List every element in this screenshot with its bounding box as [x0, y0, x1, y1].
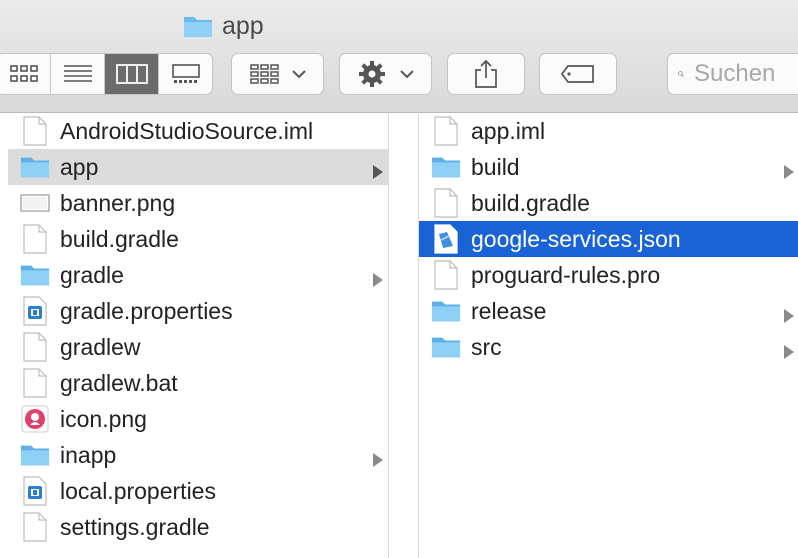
folder-icon [184, 17, 212, 37]
disclosure-arrow-icon [783, 303, 795, 330]
document-icon [20, 512, 50, 542]
document-icon [20, 368, 50, 398]
share-icon [475, 59, 497, 88]
file-name: google-services.json [471, 225, 681, 252]
file-row[interactable]: release [419, 293, 798, 329]
chevron-down-icon [399, 70, 414, 79]
share-button[interactable] [447, 53, 525, 95]
file-name: gradle [60, 261, 124, 288]
group-grid-icon [249, 64, 279, 84]
file-row[interactable]: proguard-rules.pro [419, 257, 798, 293]
disclosure-arrow-icon [783, 339, 795, 366]
search-input[interactable] [692, 59, 798, 89]
file-name: app.iml [471, 117, 546, 144]
folder-icon [431, 296, 461, 326]
file-row[interactable]: local.properties [8, 473, 388, 509]
file-row[interactable]: gradle [8, 257, 388, 293]
properties-file-icon [20, 476, 50, 506]
file-row[interactable]: settings.gradle [8, 509, 388, 545]
document-icon [20, 116, 50, 146]
file-row[interactable]: build.gradle [8, 221, 388, 257]
file-name: build.gradle [471, 189, 590, 216]
file-name: settings.gradle [60, 513, 210, 540]
document-icon [431, 188, 461, 218]
file-row[interactable]: gradlew.bat [8, 365, 388, 401]
window-title: app [183, 8, 264, 44]
column-2: app.iml build build.gradle google-services.… [418, 112, 798, 558]
tags-button[interactable] [539, 53, 617, 95]
search-field[interactable] [667, 53, 798, 95]
app-icon-image [20, 404, 50, 434]
file-name: build [471, 153, 520, 180]
file-row[interactable]: gradlew [8, 329, 388, 365]
column-1: AndroidStudioSource.iml app banner.png buil… [0, 112, 389, 558]
folder-icon [431, 152, 461, 182]
file-row[interactable]: gradle.properties [8, 293, 388, 329]
json-file-icon [431, 224, 461, 254]
icon-view-button[interactable] [0, 54, 51, 94]
column-view-icon [115, 64, 148, 84]
file-name: icon.png [60, 405, 147, 432]
file-row[interactable]: AndroidStudioSource.iml [8, 113, 388, 149]
gallery-view-icon [171, 64, 200, 83]
file-row[interactable]: src [419, 329, 798, 365]
file-name: local.properties [60, 477, 216, 504]
file-row[interactable]: build.gradle [419, 185, 798, 221]
view-mode-control[interactable] [0, 53, 213, 95]
file-name: proguard-rules.pro [471, 261, 661, 288]
folder-icon [20, 440, 50, 470]
list-view-button[interactable] [51, 54, 105, 94]
file-name: AndroidStudioSource.iml [60, 117, 314, 144]
file-name: app [60, 153, 99, 180]
file-row[interactable]: inapp [8, 437, 388, 473]
gear-icon [358, 61, 385, 87]
file-name: gradlew.bat [60, 369, 178, 396]
disclosure-arrow-icon [372, 267, 384, 294]
gallery-view-button[interactable] [159, 54, 212, 94]
tag-icon [560, 65, 594, 83]
search-icon [678, 71, 684, 77]
file-name: inapp [60, 441, 117, 468]
file-name: release [471, 297, 547, 324]
file-row[interactable]: google-services.json [419, 221, 798, 257]
folder-icon [20, 152, 50, 182]
disclosure-arrow-icon [783, 159, 795, 186]
image-thumbnail-icon [20, 188, 50, 218]
disclosure-arrow-icon [372, 159, 384, 186]
disclosure-arrow-icon [372, 447, 384, 474]
group-by-button[interactable] [231, 53, 324, 95]
file-name: banner.png [60, 189, 176, 216]
list-view-icon [63, 65, 92, 82]
toolbar: app [0, 0, 798, 113]
folder-icon [431, 332, 461, 362]
file-row[interactable]: app [8, 149, 388, 185]
file-row[interactable]: app.iml [419, 113, 798, 149]
column-view-button[interactable] [105, 54, 159, 94]
action-menu-button[interactable] [339, 53, 432, 95]
file-name: gradle.properties [60, 297, 233, 324]
chevron-down-icon [291, 70, 306, 79]
file-name: build.gradle [60, 225, 179, 252]
document-icon [431, 116, 461, 146]
document-icon [20, 224, 50, 254]
icon-view-icon [9, 65, 38, 82]
properties-file-icon [20, 296, 50, 326]
file-row[interactable]: build [419, 149, 798, 185]
file-name: src [471, 333, 502, 360]
folder-icon [20, 260, 50, 290]
window-title-text: app [222, 11, 264, 40]
document-icon [20, 332, 50, 362]
document-icon [431, 260, 461, 290]
file-row[interactable]: banner.png [8, 185, 388, 221]
file-row[interactable]: icon.png [8, 401, 388, 437]
file-name: gradlew [60, 333, 141, 360]
